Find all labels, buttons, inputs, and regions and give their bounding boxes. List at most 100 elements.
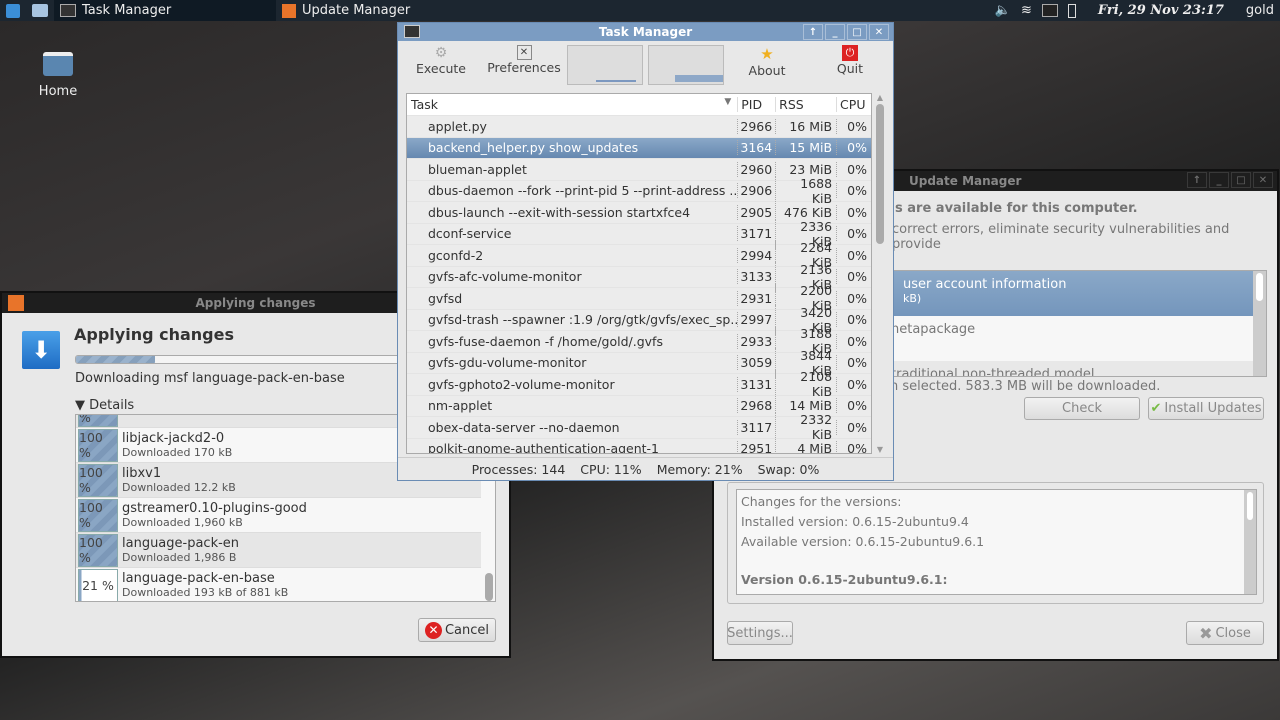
pid-cell: 2966 xyxy=(737,118,775,134)
pid-cell: 3133 xyxy=(737,269,775,285)
package-name: libjack-jackd2-0 xyxy=(122,431,225,446)
install-updates-button[interactable]: ✔ Install Updates xyxy=(1148,397,1264,420)
column-header-cpu[interactable]: CPU xyxy=(836,97,871,112)
package-status: Downloaded 1,986 B xyxy=(122,551,237,564)
package-name: gstreamer0.10-plugins-good xyxy=(122,501,307,516)
task-cell: dbus-launch --exit-with-session startxfc… xyxy=(428,204,691,220)
package-status: Downloaded 1,281 kB xyxy=(122,415,243,417)
package-progress: 21 % xyxy=(78,568,118,601)
table-row[interactable]: polkit-gnome-authentication-agent-1 2951 4… xyxy=(407,439,871,454)
column-header-task[interactable]: Task ▼ xyxy=(407,97,737,112)
volume-icon[interactable]: 🔈 xyxy=(995,3,1011,18)
close-window-button[interactable]: ✕ xyxy=(869,24,889,40)
star-icon: ★ xyxy=(760,45,774,63)
pid-cell: 3171 xyxy=(737,226,775,242)
pid-cell: 2968 xyxy=(737,398,775,414)
check-button[interactable]: Check xyxy=(1024,397,1140,420)
table-row[interactable]: dbus-daemon --fork --print-pid 5 --print… xyxy=(407,175,871,206)
rss-cell: 16 MiB xyxy=(775,118,836,134)
task-cell: polkit-gnome-authentication-agent-1 xyxy=(428,441,660,454)
changes-textview[interactable]: Changes for the versions: Installed vers… xyxy=(736,489,1257,595)
package-progress: 100 % xyxy=(78,428,118,462)
cpu-cell: 0% xyxy=(836,183,871,199)
table-row[interactable]: obex-data-server --no-daemon 3117 2332 KiB… xyxy=(407,412,871,443)
cpu-cell: 0% xyxy=(836,118,871,134)
task-cell: applet.py xyxy=(428,118,487,134)
scrollbar[interactable]: ▲ ▼ xyxy=(874,93,886,454)
minimize-button[interactable]: _ xyxy=(1209,172,1229,188)
package-progress: 100 % xyxy=(78,533,118,567)
rss-cell: 4 MiB xyxy=(775,441,836,453)
rss-cell: 476 KiB xyxy=(775,204,836,220)
memory-graph xyxy=(648,45,724,85)
task-cell: gvfsd xyxy=(428,290,463,306)
scrollbar[interactable] xyxy=(485,573,493,601)
battery-icon[interactable] xyxy=(1067,3,1076,18)
task-manager-icon xyxy=(404,25,420,38)
close-icon: ✖ xyxy=(1199,623,1213,643)
wifi-icon[interactable]: ≋ xyxy=(1021,3,1032,18)
cpu-graph xyxy=(567,45,643,85)
desktop-home-icon[interactable]: Home xyxy=(30,48,86,99)
task-cell: gvfsd-trash --spawner :1.9 /org/gtk/gvfs… xyxy=(428,312,738,328)
settings-button[interactable]: Settings... xyxy=(727,621,793,645)
details-expander[interactable]: ▼ Details xyxy=(75,398,134,413)
app-icon xyxy=(8,295,24,311)
shade-button[interactable]: ↑ xyxy=(1187,172,1207,188)
task-cell: gconfd-2 xyxy=(428,247,484,263)
cpu-cell: 0% xyxy=(836,376,871,392)
table-row[interactable]: gvfs-gphoto2-volume-monitor 3131 2108 KiB 0… xyxy=(407,369,871,400)
about-button[interactable]: ★ About xyxy=(742,45,792,78)
heading: Applying changes xyxy=(74,325,234,344)
close-window-button[interactable]: ✕ xyxy=(1253,172,1273,188)
execute-button[interactable]: ⚙ Execute xyxy=(412,45,470,76)
update-item[interactable]: traditional non-threaded model xyxy=(891,361,1254,376)
menu-button[interactable] xyxy=(0,0,26,21)
column-header-pid[interactable]: PID xyxy=(737,97,775,112)
table-row[interactable]: applet.py 2966 16 MiB 0% xyxy=(407,116,871,138)
table-row[interactable]: backend_helper.py show_updates 3164 15 MiB… xyxy=(407,137,871,159)
update-item[interactable]: user account information kB) xyxy=(891,271,1254,316)
clock[interactable]: Fri, 29 Nov 23:17 xyxy=(1098,3,1224,18)
table-header: Task ▼ PID RSS CPU xyxy=(407,94,871,116)
user-name[interactable]: gold xyxy=(1246,3,1274,18)
taskbar-task-manager[interactable]: Task Manager xyxy=(54,0,276,21)
preferences-button[interactable]: ✕ Preferences xyxy=(486,45,562,75)
status-bar: Processes: 144 CPU: 11% Memory: 21% Swap… xyxy=(398,457,893,480)
package-item: 100 % gstreamer0.10-plugins-good Downloade… xyxy=(76,498,481,533)
task-cell: obex-data-server --no-daemon xyxy=(428,419,620,435)
close-button[interactable]: ✖ Close xyxy=(1186,621,1264,645)
update-item[interactable]: netapackage xyxy=(891,316,1254,361)
taskbar-update-manager[interactable]: Update Manager xyxy=(276,0,416,21)
download-icon: ⬇ xyxy=(22,331,60,369)
package-status: Downloaded 193 kB of 881 kB xyxy=(122,586,289,599)
maximize-button[interactable]: □ xyxy=(847,24,867,40)
home-folder-icon xyxy=(43,52,73,76)
rss-cell: 23 MiB xyxy=(775,161,836,177)
update-description: correct errors, eliminate security vulne… xyxy=(892,222,1230,252)
status-text: Downloading msf language-pack-en-base xyxy=(75,371,345,386)
rss-cell: 2332 KiB xyxy=(775,412,836,443)
quit-button[interactable]: ⏻ Quit xyxy=(826,45,874,76)
minimize-button[interactable]: _ xyxy=(825,24,845,40)
task-manager-window: Task Manager ↑ _ □ ✕ ⚙ Execute ✕ Preferences … xyxy=(397,22,894,481)
scrollbar[interactable] xyxy=(1253,271,1266,376)
pid-cell: 2905 xyxy=(737,204,775,220)
task-cell: gvfs-gdu-volume-monitor xyxy=(428,355,587,371)
system-monitor-icon[interactable] xyxy=(1041,4,1058,17)
toolbar: ⚙ Execute ✕ Preferences ★ About ⏻ Quit xyxy=(398,41,893,89)
cpu-cell: 0% xyxy=(836,290,871,306)
package-status: Downloaded 170 kB xyxy=(122,446,233,459)
process-table: Task ▼ PID RSS CPU applet.py 2966 16 MiB 0% b… xyxy=(406,93,872,454)
cancel-button[interactable]: ✕ Cancel xyxy=(418,618,496,642)
file-manager-launcher[interactable] xyxy=(26,0,54,21)
rss-cell: 14 MiB xyxy=(775,398,836,414)
maximize-button[interactable]: □ xyxy=(1231,172,1251,188)
cpu-cell: 0% xyxy=(836,161,871,177)
cpu-cell: 0% xyxy=(836,355,871,371)
cancel-icon: ✕ xyxy=(424,621,442,639)
shade-button[interactable]: ↑ xyxy=(803,24,823,40)
task-cell: dconf-service xyxy=(428,226,512,242)
column-header-rss[interactable]: RSS xyxy=(775,97,836,112)
scrollbar[interactable] xyxy=(1244,490,1256,594)
